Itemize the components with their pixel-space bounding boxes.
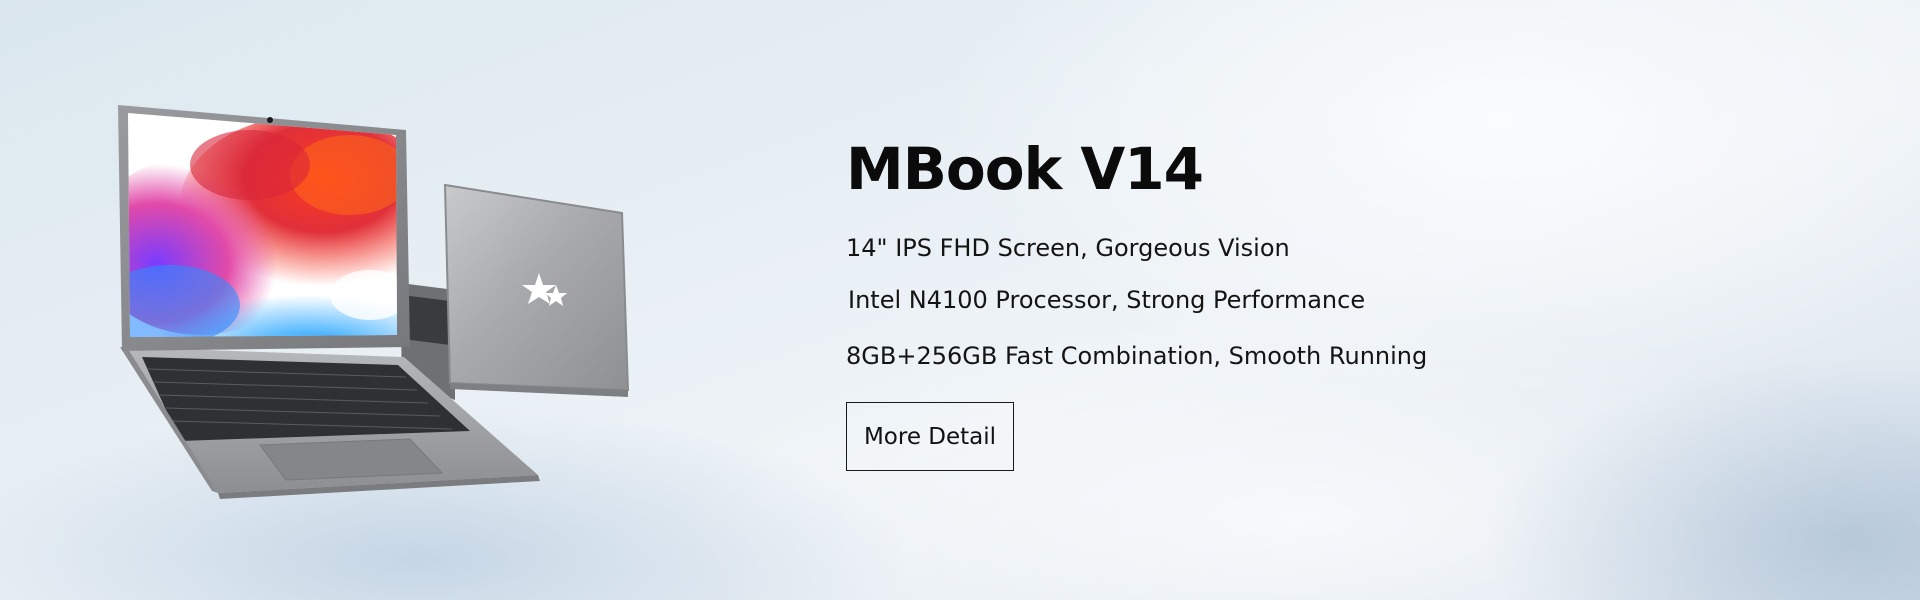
feature-processor: Intel N4100 Processor, Strong Performanc… [848, 286, 1366, 314]
more-detail-button[interactable]: More Detail [846, 402, 1014, 471]
product-title: MBook V14 [846, 135, 1204, 203]
back-laptop [400, 183, 630, 400]
laptop-product-image [110, 95, 650, 515]
product-copy: MBook V14 14" IPS FHD Screen, Gorgeous V… [846, 128, 1546, 471]
feature-storage: 8GB+256GB Fast Combination, Smooth Runni… [846, 342, 1428, 370]
hero-banner: MBook V14 14" IPS FHD Screen, Gorgeous V… [0, 0, 1920, 600]
feature-screen: 14" IPS FHD Screen, Gorgeous Vision [846, 234, 1290, 262]
